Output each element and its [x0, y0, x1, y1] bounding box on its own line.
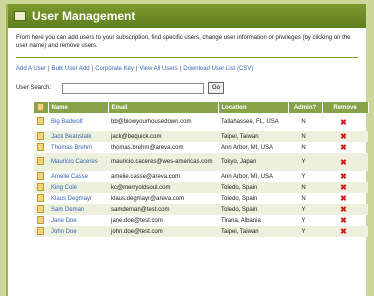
remove-icon[interactable]: ✖	[340, 205, 347, 214]
document-icon	[37, 157, 44, 165]
user-email: jack@bequick.com	[108, 131, 218, 142]
document-icon	[37, 117, 44, 125]
remove-icon[interactable]: ✖	[340, 143, 347, 152]
user-location: Tokyo, Japan	[218, 153, 288, 171]
user-location: Tirana, Albania	[221, 217, 261, 224]
user-admin: Y	[301, 173, 306, 180]
user-email: mauricio.caceres@wes-americas.com	[108, 153, 218, 171]
remove-icon[interactable]: ✖	[340, 227, 347, 236]
document-icon	[37, 226, 44, 235]
user-location: Tallahassee, FL, USA	[221, 119, 279, 125]
user-management-panel: User Management From here you can add us…	[6, 4, 369, 296]
column-header-name[interactable]: Name	[48, 102, 109, 113]
remove-icon[interactable]: ✖	[340, 158, 347, 167]
search-input[interactable]	[62, 82, 204, 94]
column-header-admin[interactable]: Admin?	[288, 102, 323, 113]
user-email: john.doe@test.com	[108, 226, 218, 237]
remove-icon[interactable]: ✖	[340, 216, 347, 225]
remove-icon[interactable]: ✖	[340, 194, 347, 203]
user-location: Taipei, Taiwan	[218, 131, 288, 142]
document-icon	[37, 193, 44, 202]
user-location: Toledo, Spain	[221, 195, 258, 202]
download-user-list-link[interactable]: Download User List (CSV)	[183, 66, 253, 72]
user-name-link[interactable]: Amelie Casse	[48, 171, 108, 182]
action-links: Add A User | Bulk User Add | Corporate Key | V…	[16, 66, 254, 72]
user-search: User Search: Go	[8, 72, 366, 94]
users-icon	[14, 11, 26, 21]
table-header-row: Name Email Location Admin? Remove	[34, 102, 369, 113]
intro-text: From here you can add users to your subs…	[16, 35, 351, 49]
user-name-link[interactable]: Klaus Degmayr	[48, 193, 108, 204]
table-row: King Cole kc@merryoldsoul.com Toledo, Sp…	[34, 182, 368, 193]
search-label: User Search:	[16, 85, 52, 91]
remove-icon[interactable]: ✖	[340, 172, 347, 181]
table-row: Amelie Casse amelie.casse@areva.com Ann …	[34, 171, 368, 182]
table-row: Klaus Degmayr klaus.degmayr@areva.com To…	[34, 193, 368, 204]
table-row: Thomas Brehm thomas.brehm@areva.com Ann …	[34, 142, 368, 153]
document-icon	[37, 102, 44, 111]
user-location: Toledo, Spain	[218, 182, 288, 193]
user-admin: N	[288, 182, 322, 193]
user-email: jane.doe@test.com	[111, 217, 163, 224]
table-row: Sam Deman samdeman@test.com Toledo, Spai…	[34, 204, 368, 215]
column-header-remove: Remove	[322, 102, 369, 113]
table-row: Jane Doe jane.doe@test.com Tirana, Alban…	[34, 215, 368, 226]
header-icon-cell	[34, 102, 49, 113]
user-name-link[interactable]: King Cole	[48, 182, 108, 193]
table-row: John Doe john.doe@test.com Taipei, Taiwa…	[34, 226, 368, 237]
add-user-link[interactable]: Add A User	[16, 66, 46, 72]
document-icon	[37, 182, 44, 191]
table-row: Big Badwolf bb@blowyourhousedown.com Tal…	[34, 113, 368, 131]
user-admin: N	[288, 131, 322, 142]
page-title: User Management	[32, 9, 136, 23]
user-email: kc@merryoldsoul.com	[108, 182, 218, 193]
user-admin: N	[301, 144, 306, 151]
user-name-link[interactable]: Thomas Brehm	[48, 142, 108, 153]
user-email: amelie.casse@areva.com	[111, 173, 181, 180]
document-icon	[37, 204, 44, 213]
user-admin: N	[301, 119, 306, 125]
user-name-link[interactable]: Sam Deman	[48, 204, 108, 215]
document-icon	[37, 215, 44, 224]
user-name-link[interactable]: John Doe	[48, 226, 108, 237]
panel-header: User Management	[8, 4, 366, 28]
user-name-link[interactable]: Jack Beanstalk	[48, 131, 108, 142]
document-icon	[37, 171, 44, 180]
user-admin: N	[301, 195, 306, 202]
column-header-location[interactable]: Location	[218, 102, 289, 113]
user-location: Ann Arbor, MI, USA	[221, 173, 274, 180]
user-location: Toledo, Spain	[218, 204, 288, 215]
document-icon	[37, 142, 44, 151]
view-all-users-link[interactable]: View All Users	[139, 66, 177, 72]
remove-icon[interactable]: ✖	[340, 118, 347, 127]
users-table: Name Email Location Admin? Remove Big Ba…	[34, 102, 369, 237]
table-row: Mauricio Caceres mauricio.caceres@wes-am…	[34, 153, 368, 171]
user-admin: Y	[288, 204, 322, 215]
remove-icon[interactable]: ✖	[340, 132, 347, 141]
user-email: thomas.brehm@areva.com	[111, 144, 184, 151]
user-email: klaus.degmayr@areva.com	[111, 195, 185, 202]
user-email: bb@blowyourhousedown.com	[111, 119, 192, 125]
column-header-email[interactable]: Email	[108, 102, 219, 113]
document-icon	[37, 131, 44, 140]
user-admin: Y	[301, 217, 306, 224]
user-name-link[interactable]: Jane Doe	[48, 215, 108, 226]
bulk-user-add-link[interactable]: Bulk User Add	[52, 66, 90, 72]
go-button[interactable]: Go	[208, 82, 225, 94]
user-location: Ann Arbor, MI, USA	[221, 144, 274, 151]
user-name-link[interactable]: Big Badwolf	[48, 113, 108, 131]
remove-icon[interactable]: ✖	[340, 183, 347, 192]
user-name-link[interactable]: Mauricio Caceres	[48, 153, 108, 171]
user-admin: Y	[288, 153, 322, 171]
user-location: Taipei, Taiwan	[218, 226, 288, 237]
table-row: Jack Beanstalk jack@bequick.com Taipei, …	[34, 131, 368, 142]
user-admin: Y	[288, 226, 322, 237]
user-email: samdeman@test.com	[108, 204, 218, 215]
corporate-key-link[interactable]: Corporate Key	[95, 66, 134, 72]
